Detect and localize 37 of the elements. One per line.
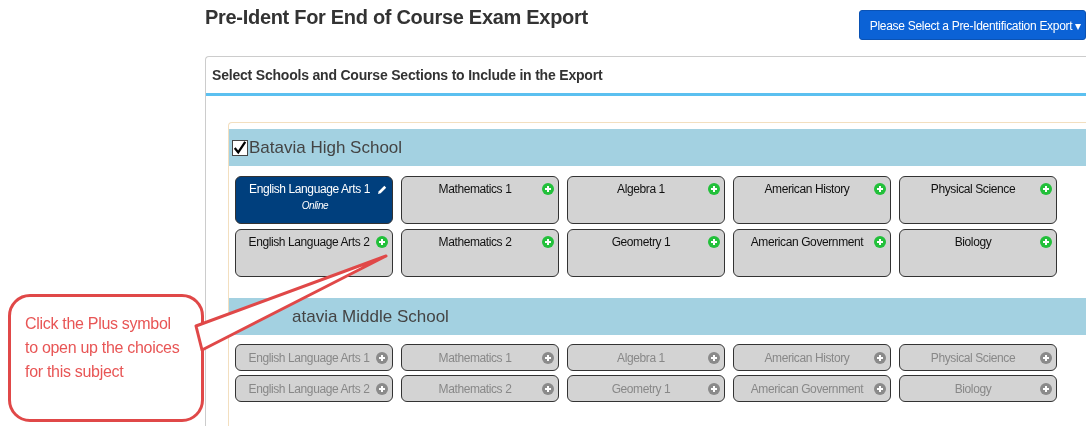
school-name: atavia Middle School — [292, 306, 449, 327]
plus-icon — [874, 351, 886, 364]
plus-icon — [1040, 183, 1052, 195]
plus-icon — [1040, 382, 1052, 395]
school-name: Batavia High School — [249, 137, 403, 158]
plus-icon — [1040, 236, 1052, 248]
plus-icon — [376, 382, 388, 395]
plus-icon — [542, 351, 554, 364]
plus-icon — [376, 351, 388, 364]
plus-icon — [874, 382, 886, 395]
plus-icon — [542, 183, 554, 195]
course-button[interactable]: Biology — [899, 229, 1057, 277]
plus-icon — [708, 351, 720, 364]
panel-heading: Select Schools and Course Sections to Include in the Export — [212, 67, 603, 83]
pencil-icon — [377, 183, 388, 195]
course-button[interactable]: Algebra 1 — [567, 176, 725, 224]
callout-text: Click the Plus symbol to open up the choices for this subject — [25, 315, 180, 380]
plus-icon — [542, 236, 554, 248]
plus-icon — [708, 236, 720, 248]
course-button[interactable]: Physical Science — [899, 176, 1057, 224]
plus-icon — [1040, 351, 1052, 364]
plus-icon — [874, 183, 886, 195]
checkbox[interactable] — [232, 139, 248, 156]
course-button[interactable]: English Language Arts 2 — [235, 229, 393, 277]
plus-icon — [708, 382, 720, 395]
course-button[interactable]: Mathematics 1 — [401, 176, 559, 224]
course-button[interactable]: English Language Arts 1 Online — [235, 176, 393, 224]
course-button[interactable]: American History — [733, 176, 891, 224]
plus-icon — [376, 236, 388, 248]
plus-icon — [874, 236, 886, 248]
page-title: Pre-Ident For End of Course Exam Export — [205, 6, 588, 29]
plus-icon — [708, 183, 720, 195]
course-button[interactable]: American Government — [733, 229, 891, 277]
course-button[interactable]: Mathematics 2 — [401, 229, 559, 277]
plus-icon — [542, 382, 554, 395]
export-dropdown-button[interactable]: Please Select a Pre-Identification Export ▾ — [858, 10, 1086, 40]
course-button[interactable]: Geometry 1 — [567, 229, 725, 277]
